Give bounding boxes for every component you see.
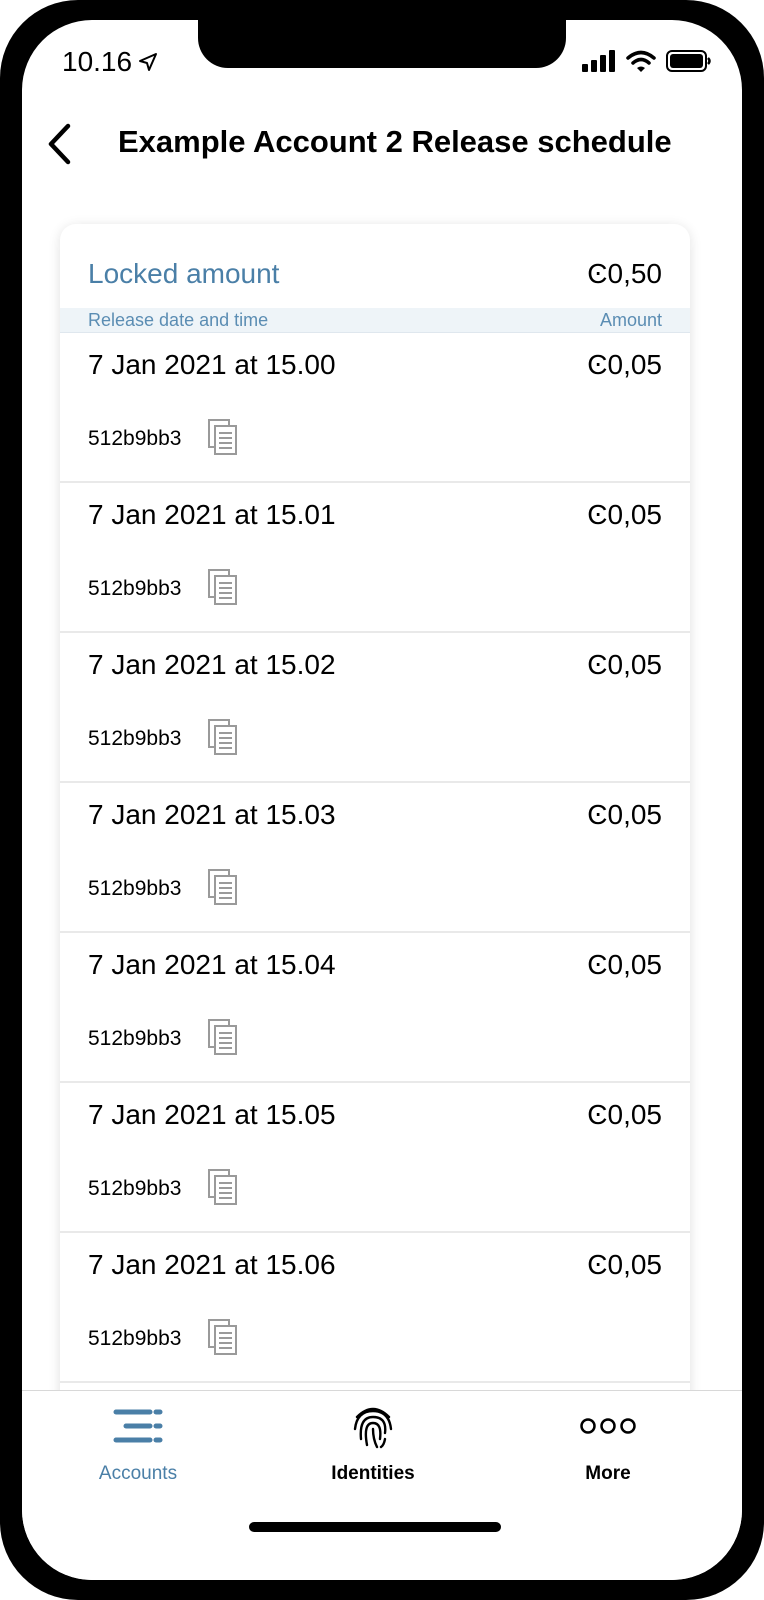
schedule-row: 7 Jan 2021 at 15.05 Ͼ0,05 512b9bb3 [60, 1083, 690, 1233]
tab-identities-label: Identities [331, 1463, 415, 1484]
nav-header: Example Account 2 Release schedule [22, 112, 742, 176]
transaction-hash: 512b9bb3 [88, 427, 182, 450]
tab-more-label: More [585, 1463, 631, 1484]
schedule-row: 7 Jan 2021 at 15.04 Ͼ0,05 512b9bb3 [60, 933, 690, 1083]
release-date: 7 Jan 2021 at 15.04 [88, 949, 336, 980]
locked-amount-label: Locked amount [88, 258, 280, 289]
schedule-row: 7 Jan 2021 at 15.03 Ͼ0,05 512b9bb3 [60, 783, 690, 933]
tab-accounts-label: Accounts [98, 1463, 178, 1484]
locked-amount-value: Ͼ0,50 [587, 258, 662, 289]
release-date: 7 Jan 2021 at 15.03 [88, 799, 336, 830]
back-button[interactable] [38, 120, 82, 168]
copy-icon[interactable] [208, 1169, 238, 1205]
copy-icon[interactable] [208, 1319, 238, 1355]
cellular-signal-icon [582, 50, 615, 72]
release-amount: Ͼ0,05 [587, 799, 662, 830]
release-amount: Ͼ0,05 [587, 1099, 662, 1130]
tab-bar: Accounts Identities More [22, 1390, 742, 1580]
release-date: 7 Jan 2021 at 15.01 [88, 499, 336, 530]
copy-icon[interactable] [208, 1019, 238, 1055]
battery-icon [666, 50, 711, 72]
release-amount: Ͼ0,05 [587, 349, 662, 380]
transaction-hash: 512b9bb3 [88, 1327, 182, 1350]
tab-accounts[interactable]: Accounts [58, 1401, 218, 1491]
wifi-icon [626, 50, 656, 72]
transaction-hash: 512b9bb3 [88, 1177, 182, 1200]
tab-more[interactable]: More [528, 1401, 688, 1491]
status-indicators [582, 50, 712, 72]
copy-icon[interactable] [208, 569, 238, 605]
tab-identities[interactable]: Identities [293, 1401, 453, 1491]
release-date: 7 Jan 2021 at 15.05 [88, 1099, 336, 1130]
release-amount: Ͼ0,05 [587, 499, 662, 530]
locked-amount-row: Locked amount Ͼ0,50 [60, 224, 690, 308]
transaction-hash: 512b9bb3 [88, 727, 182, 750]
notch [198, 20, 566, 68]
accounts-list-icon [113, 1409, 163, 1443]
phone-frame: 10.16 Example Account 2 Release schedule… [0, 0, 764, 1600]
release-date: 7 Jan 2021 at 15.06 [88, 1249, 336, 1280]
page-title: Example Account 2 Release schedule [118, 124, 672, 159]
release-date: 7 Jan 2021 at 15.00 [88, 349, 336, 380]
chevron-left-icon [48, 123, 71, 165]
release-amount: Ͼ0,05 [587, 949, 662, 980]
fingerprint-icon [353, 1407, 393, 1449]
schedule-row: 7 Jan 2021 at 15.00 Ͼ0,05 512b9bb3 [60, 333, 690, 483]
more-dots-icon [580, 1418, 636, 1434]
status-time: 10.16 [62, 46, 158, 78]
transaction-hash: 512b9bb3 [88, 877, 182, 900]
release-amount: Ͼ0,05 [587, 649, 662, 680]
column-header-amount: Amount [599, 310, 662, 330]
copy-icon[interactable] [208, 719, 238, 755]
location-arrow-icon [139, 53, 158, 71]
schedule-row: 7 Jan 2021 at 15.02 Ͼ0,05 512b9bb3 [60, 633, 690, 783]
release-date: 7 Jan 2021 at 15.02 [88, 649, 336, 680]
transaction-hash: 512b9bb3 [88, 577, 182, 600]
copy-icon[interactable] [208, 419, 238, 455]
copy-icon[interactable] [208, 869, 238, 905]
release-amount: Ͼ0,05 [587, 1249, 662, 1280]
release-schedule-card: Locked amount Ͼ0,50 Release date and tim… [60, 224, 690, 1414]
schedule-row: 7 Jan 2021 at 15.01 Ͼ0,05 512b9bb3 [60, 483, 690, 633]
schedule-row: 7 Jan 2021 at 15.06 Ͼ0,05 512b9bb3 [60, 1233, 690, 1383]
transaction-hash: 512b9bb3 [88, 1027, 182, 1050]
column-header-date: Release date and time [88, 310, 269, 330]
column-headers: Release date and time Amount [60, 308, 690, 333]
home-indicator[interactable] [249, 1522, 501, 1532]
screen: 10.16 Example Account 2 Release schedule… [22, 20, 742, 1580]
status-time-text: 10.16 [62, 46, 133, 77]
